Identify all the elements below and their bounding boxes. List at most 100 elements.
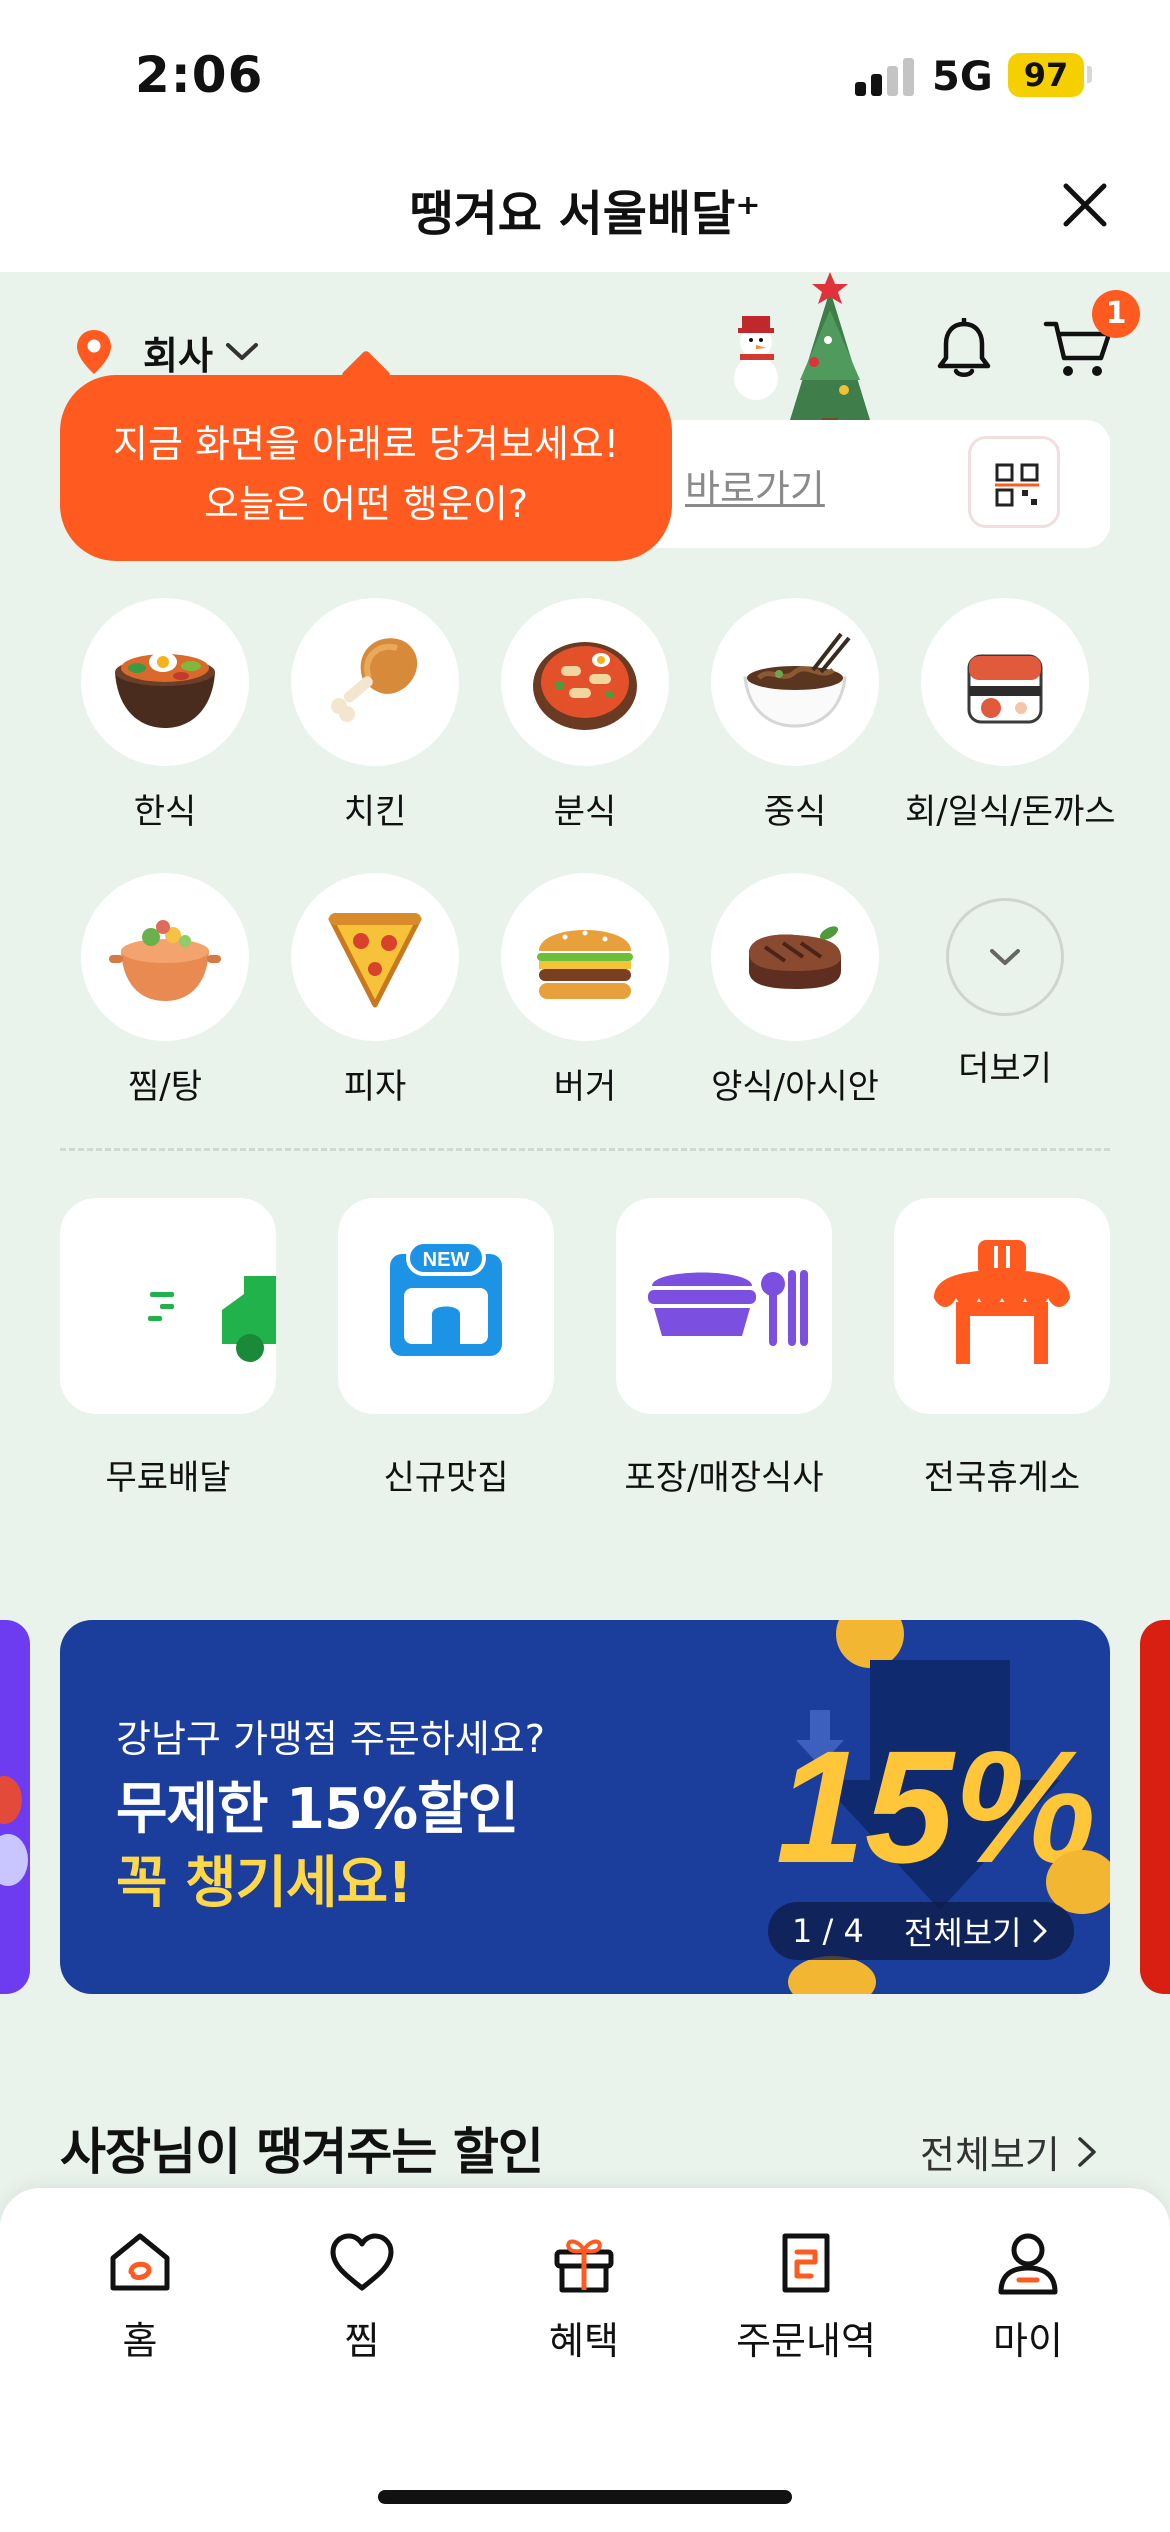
search-bar[interactable]: 바로가기 (600, 420, 1110, 548)
chicken-icon (331, 638, 418, 722)
location-label: 회사 (143, 333, 213, 378)
nav-benefits[interactable]: 혜택 (484, 2228, 684, 2365)
nav-label: 마이 (993, 2319, 1063, 2363)
bibimbap-icon (115, 652, 215, 728)
carousel-counter[interactable]: 1 / 4 전체보기 (768, 1902, 1074, 1960)
bell-icon[interactable] (935, 318, 993, 380)
banner-headline-highlight: 꼭 챙기세요! (116, 1851, 413, 1916)
category-burger[interactable]: 버거 (485, 873, 685, 1108)
gift-icon (554, 2239, 614, 2293)
home-indicator[interactable] (378, 2490, 792, 2504)
category-more[interactable]: 더보기 (905, 873, 1105, 1090)
rest-area-icon (934, 1240, 1070, 1364)
delivery-truck-icon (148, 1276, 276, 1362)
network-label: 5G (932, 54, 993, 100)
divider (60, 1148, 1110, 1151)
category-label: 버거 (553, 1067, 617, 1107)
tteokbokki-icon (533, 642, 637, 730)
service-label: 전국휴게소 (923, 1458, 1081, 1498)
steak-icon (749, 926, 841, 989)
category-label: 중식 (763, 792, 827, 832)
new-store-icon: NEW (390, 1240, 502, 1356)
page-title: 땡겨요 서울배달⁺ (409, 186, 761, 242)
category-label: 한식 (133, 792, 197, 832)
heart-icon (330, 2233, 394, 2291)
nav-label: 찜 (344, 2319, 380, 2363)
category-label: 양식/아시안 (711, 1067, 879, 1107)
order-list-icon (782, 2233, 830, 2293)
pull-to-refresh-tooltip[interactable]: 지금 화면을 아래로 당겨보세요! 오늘은 어떤 행운이? (60, 375, 672, 561)
carousel-prev-peek[interactable] (0, 1620, 30, 1994)
close-icon[interactable] (1060, 180, 1110, 230)
pizza-icon (328, 913, 422, 1008)
location-pin-icon (77, 330, 111, 374)
shortcut-link[interactable]: 바로가기 (685, 458, 825, 513)
svg-text:NEW: NEW (423, 1249, 470, 1271)
signal-icon (855, 58, 915, 96)
nav-home[interactable]: 홈 (40, 2228, 240, 2365)
service-rest-area[interactable]: 전국휴게소 (872, 1198, 1132, 1499)
section-view-all-label: 전체보기 (920, 2133, 1060, 2177)
christmas-decoration (734, 272, 870, 430)
category-label: 분식 (553, 792, 617, 832)
nav-my[interactable]: 마이 (928, 2228, 1128, 2365)
burger-icon (537, 930, 633, 999)
nav-label: 홈 (122, 2319, 158, 2363)
home-icon (110, 2233, 170, 2291)
qr-code-icon (995, 463, 1039, 507)
category-label: 치킨 (343, 792, 407, 832)
banner-headline: 무제한 15%할인 (116, 1777, 519, 1842)
category-chicken[interactable]: 치킨 (275, 598, 475, 833)
promo-banner[interactable]: 강남구 가맹점 주문하세요? 무제한 15%할인 꼭 챙기세요! 15% 1 /… (60, 1620, 1110, 1994)
category-western[interactable]: 양식/아시안 (695, 873, 895, 1108)
service-label: 포장/매장식사 (624, 1458, 824, 1498)
battery-cap (1087, 66, 1092, 83)
person-icon (998, 2233, 1058, 2295)
banner-art-text: 15% (776, 1717, 1096, 1896)
category-label: 찜/탕 (127, 1067, 202, 1107)
battery-icon: 97 (1008, 53, 1084, 97)
noodles-icon (743, 632, 851, 728)
category-stew[interactable]: 찜/탕 (65, 873, 265, 1108)
service-label: 신규맛집 (383, 1458, 509, 1498)
category-label: 피자 (343, 1067, 407, 1107)
carousel-next-peek[interactable] (1140, 1620, 1170, 1994)
chevron-down-icon (225, 343, 258, 360)
category-chinese[interactable]: 중식 (695, 598, 895, 833)
cart-badge: 1 (1092, 290, 1140, 338)
chevron-right-icon (1078, 2136, 1096, 2167)
nav-label: 주문내역 (736, 2319, 876, 2363)
peek-decoration (0, 1776, 28, 1886)
category-snack[interactable]: 분식 (485, 598, 685, 833)
nav-label: 혜택 (549, 2319, 619, 2363)
takeout-icon (648, 1270, 808, 1346)
service-label: 무료배달 (105, 1458, 231, 1498)
app-header: 땡겨요 서울배달⁺ (0, 150, 1170, 272)
qr-scan-button[interactable] (968, 436, 1060, 528)
service-new-stores[interactable]: NEW 신규맛집 (316, 1198, 576, 1499)
section-title: 사장님이 땡겨주는 할인 (60, 2123, 544, 2181)
carousel-view-all: 전체보기 (903, 1914, 1022, 1952)
banner-subtitle: 강남구 가맹점 주문하세요? (116, 1717, 545, 1761)
tooltip-line-2: 오늘은 어떤 행운이? (203, 482, 528, 526)
sushi-icon (967, 654, 1043, 724)
status-bar: 2:06 5G 97 (0, 0, 1170, 150)
category-label: 더보기 (958, 1049, 1052, 1089)
stew-icon (109, 920, 221, 1001)
service-free-delivery[interactable]: 무료배달 (38, 1198, 298, 1499)
status-time: 2:06 (135, 46, 264, 104)
chevron-right-icon (1033, 1919, 1047, 1943)
location-selector[interactable]: 회사 (75, 322, 259, 382)
category-japanese[interactable]: 회/일식/돈까스 (905, 598, 1116, 833)
section-view-all-link[interactable]: 전체보기 (920, 2124, 1098, 2179)
category-label: 회/일식/돈까스 (905, 792, 1116, 832)
carousel-page: 1 / 4 (792, 1912, 864, 1950)
category-pizza[interactable]: 피자 (275, 873, 475, 1108)
chevron-down-icon (990, 949, 1020, 965)
nav-favorites[interactable]: 찜 (262, 2228, 462, 2365)
category-korean[interactable]: 한식 (65, 598, 265, 833)
nav-orders[interactable]: 주문내역 (706, 2228, 906, 2365)
bottom-nav: 홈 찜 혜택 주문내역 마이 (0, 2188, 1170, 2532)
service-takeout[interactable]: 포장/매장식사 (594, 1198, 854, 1499)
tooltip-line-1: 지금 화면을 아래로 당겨보세요! (113, 422, 619, 466)
